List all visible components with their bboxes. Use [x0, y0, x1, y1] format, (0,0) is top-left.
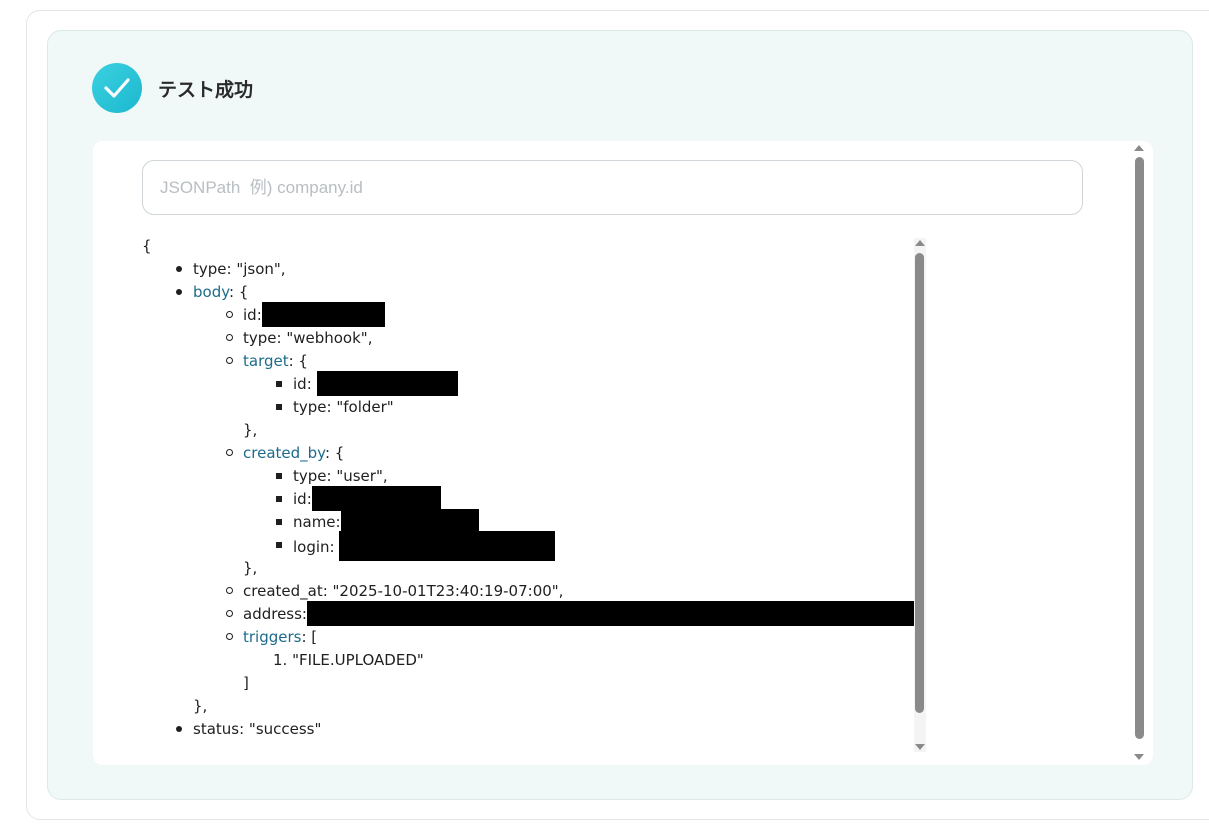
user-login-label: login:	[293, 538, 335, 556]
redacted-value	[339, 531, 556, 561]
redacted-value	[311, 485, 441, 511]
tree-body-close: },	[193, 697, 208, 715]
trigger-value: "FILE.UPLOADED"	[292, 651, 424, 669]
tree-target-id: id:	[293, 370, 458, 396]
jsonpath-search-input[interactable]	[142, 160, 1083, 215]
circle-bullet-icon	[226, 357, 233, 364]
redacted-value	[306, 600, 917, 626]
circle-bullet-icon	[226, 610, 233, 617]
square-bullet-icon	[276, 542, 282, 548]
circle-bullet-icon	[226, 334, 233, 341]
square-bullet-icon	[276, 496, 282, 502]
tree-target-node[interactable]: target: {	[243, 350, 308, 373]
redacted-value	[340, 508, 479, 534]
tree-created-by-node[interactable]: created_by: {	[243, 442, 344, 465]
tree-status-line: status: "success"	[193, 720, 322, 738]
trigger-index: 1.	[273, 651, 288, 669]
inner-scroll-up-icon[interactable]	[915, 240, 925, 246]
tree-triggers-close: ]	[243, 674, 249, 692]
bullet-icon	[176, 289, 182, 295]
tree-trigger-item: 1. "FILE.UPLOADED"	[273, 649, 424, 672]
target-key[interactable]: target	[243, 352, 289, 370]
user-name-label: name:	[293, 513, 341, 531]
target-open: : {	[288, 352, 308, 370]
body-key[interactable]: body	[193, 283, 229, 301]
tree-open-brace: {	[142, 237, 152, 255]
circle-bullet-icon	[226, 633, 233, 640]
body-open: : {	[229, 283, 249, 301]
created-by-open: : {	[324, 444, 345, 462]
tree-body-id: id:	[243, 301, 385, 327]
square-bullet-icon	[276, 473, 282, 479]
user-id-label: id:	[293, 490, 312, 508]
square-bullet-icon	[276, 404, 282, 410]
square-bullet-icon	[276, 381, 282, 387]
outer-scroll-down-icon[interactable]	[1134, 754, 1144, 760]
created-by-key[interactable]: created_by	[243, 444, 325, 462]
json-tree: { type: "json", body: { id: type: "webho…	[142, 235, 922, 755]
triggers-open: : [	[301, 628, 318, 646]
triggers-key[interactable]: triggers	[243, 628, 301, 646]
circle-bullet-icon	[226, 587, 233, 594]
circle-bullet-icon	[226, 311, 233, 318]
inner-scroll-down-icon[interactable]	[915, 744, 925, 750]
tree-created-by-close: },	[243, 559, 258, 577]
outer-scrollbar-thumb[interactable]	[1135, 157, 1144, 739]
tree-target-type: type: "folder"	[293, 398, 394, 416]
tree-type-line: type: "json",	[193, 260, 286, 278]
tree-user-login: login:	[293, 531, 556, 561]
redacted-value	[261, 301, 385, 327]
circle-bullet-icon	[226, 449, 233, 456]
tree-triggers-node[interactable]: triggers: [	[243, 626, 317, 649]
tree-address: address:	[243, 600, 917, 626]
bullet-icon	[176, 266, 182, 272]
tree-target-close: },	[243, 421, 258, 439]
redacted-value	[316, 370, 458, 396]
outer-scroll-up-icon[interactable]	[1134, 145, 1144, 151]
id-label: id:	[243, 306, 262, 324]
status-title: テスト成功	[158, 78, 254, 101]
status-header: テスト成功	[92, 63, 253, 113]
bullet-icon	[176, 726, 182, 732]
address-label: address:	[243, 605, 307, 623]
tree-webhook-type: type: "webhook",	[243, 329, 373, 347]
tree-body-node[interactable]: body: {	[193, 281, 248, 304]
check-circle-icon	[92, 63, 142, 113]
target-id-label: id:	[293, 375, 312, 393]
inner-scrollbar-thumb[interactable]	[915, 253, 924, 713]
square-bullet-icon	[276, 519, 282, 525]
